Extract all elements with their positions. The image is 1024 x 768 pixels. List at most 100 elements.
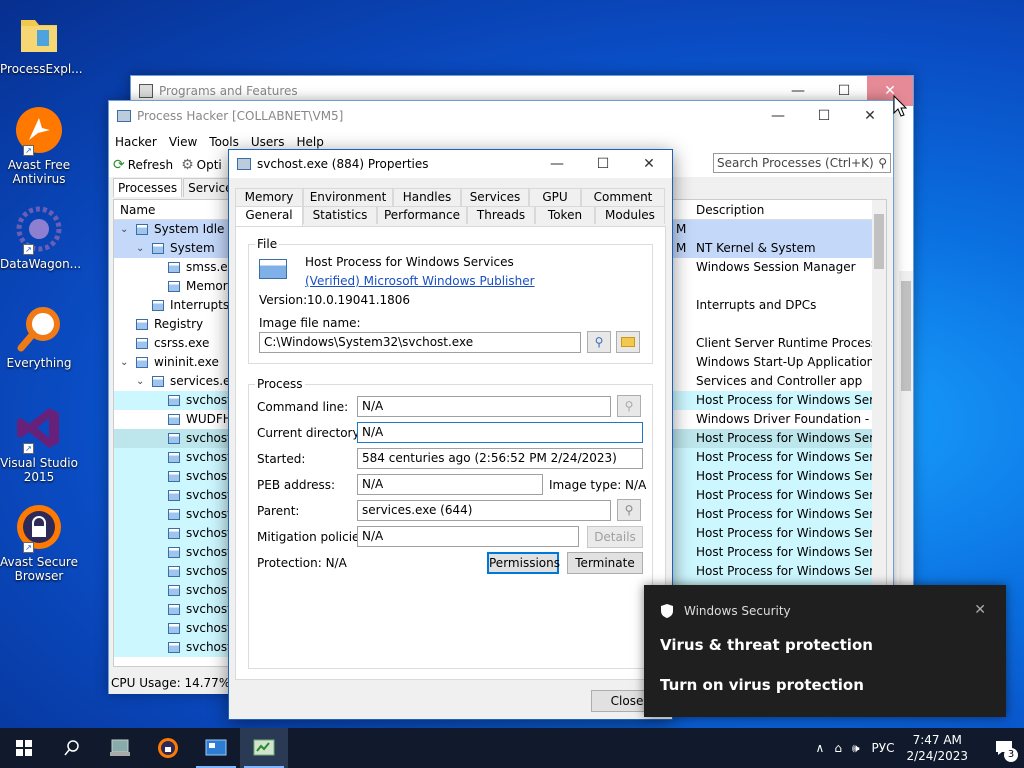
current-directory-field[interactable]: N/A [357, 422, 643, 443]
process-description: Host Process for Windows Ser... [696, 545, 872, 559]
taskbar-programs-features[interactable] [192, 728, 240, 768]
volume-icon[interactable]: 🕪 [852, 741, 860, 756]
desktop-icon-avast-free[interactable]: ↗ Avast Free Antivirus [0, 106, 78, 186]
folder-icon [15, 10, 63, 58]
inspect-button[interactable]: ⚲ [587, 331, 611, 353]
chevron-down-icon[interactable]: ⌄ [136, 239, 144, 258]
menu-hacker[interactable]: Hacker [115, 135, 157, 149]
windows-security-toast[interactable]: Windows Security ✕ Virus & threat protec… [644, 585, 1006, 717]
tab-memory[interactable]: Memory [235, 188, 303, 206]
refresh-button[interactable]: ⟳ Refresh [113, 157, 173, 173]
toast-body[interactable]: Turn on virus protection [660, 676, 864, 694]
process-name: svchost [186, 640, 232, 654]
folder-icon [621, 337, 635, 347]
maximize-button[interactable]: ☐ [801, 101, 847, 131]
process-icon [168, 281, 180, 292]
process-icon [168, 509, 180, 520]
open-folder-button[interactable] [616, 331, 640, 353]
desktop-icon-label: Everything [6, 356, 72, 370]
network-icon[interactable]: ⌂ [834, 741, 842, 755]
taskbar-app-installer[interactable] [96, 728, 144, 768]
start-button[interactable] [0, 728, 48, 768]
search-button[interactable] [48, 728, 96, 768]
tab-performance[interactable]: Performance [377, 206, 467, 224]
maximize-button[interactable]: ☐ [580, 149, 626, 179]
command-line-field[interactable]: N/A [357, 396, 611, 417]
process-icon [152, 300, 164, 311]
magnifier-icon: ⚲ [624, 503, 634, 517]
tab-token[interactable]: Token [535, 206, 595, 224]
chevron-down-icon[interactable]: ⌄ [120, 220, 128, 239]
close-button[interactable]: ✕ [847, 101, 893, 131]
minimize-button[interactable]: — [755, 101, 801, 131]
process-name: svchost [186, 469, 232, 483]
publisher-link[interactable]: (Verified) Microsoft Windows Publisher [305, 274, 535, 288]
chevron-down-icon[interactable]: ⌄ [120, 353, 128, 372]
desktop-icon-avast-browser[interactable]: ↗ Avast Secure Browser [0, 503, 78, 583]
tab-modules[interactable]: Modules [595, 206, 665, 224]
version-value: 10.0.19041.1806 [307, 293, 411, 307]
desktop-icon-datawagon[interactable]: ↗ DataWagon... [0, 205, 81, 271]
column-name[interactable]: Name [120, 203, 155, 217]
process-icon [136, 357, 148, 368]
started-field[interactable]: 584 centuries ago (2:56:52 PM 2/24/2023) [357, 448, 643, 469]
clock[interactable]: 7:47 AM 2/24/2023 [906, 732, 968, 764]
process-description: Client Server Runtime Process [696, 336, 872, 350]
desktop-icon-processexplorer[interactable]: ProcessExpl... [0, 10, 83, 76]
tab-comment[interactable]: Comment [581, 188, 665, 206]
avast-browser-icon: ↗ [15, 503, 63, 553]
chevron-up-icon[interactable]: ∧ [816, 741, 825, 755]
parent-field[interactable]: services.exe (644) [357, 500, 611, 521]
toast-close-icon[interactable]: ✕ [974, 602, 986, 618]
chevron-down-icon[interactable]: ⌄ [136, 372, 144, 391]
desktop-icon-visual-studio[interactable]: ↗ Visual Studio 2015 [0, 404, 78, 484]
refresh-icon: ⟳ [113, 157, 125, 173]
terminate-button[interactable]: Terminate [567, 552, 643, 574]
desktop-icon-everything[interactable]: Everything [0, 304, 78, 370]
group-label: File [255, 237, 280, 251]
menu-help[interactable]: Help [296, 135, 323, 149]
menu-view[interactable]: View [169, 135, 197, 149]
properties-dialog[interactable]: svchost.exe (884) Properties — ☐ ✕ Memor… [228, 149, 673, 720]
tab-services[interactable]: Services [461, 188, 529, 206]
desktop-icon-label: ProcessExpl... [0, 62, 83, 76]
menu-users[interactable]: Users [251, 135, 285, 149]
desktop-icon-label: Avast Free Antivirus [7, 158, 71, 186]
options-button[interactable]: ⚙ Opti [181, 157, 222, 173]
process-name: Interrupts [170, 298, 230, 312]
process-name: Memor [186, 279, 228, 293]
magnifier-icon: ⚲ [594, 335, 604, 349]
menu-tools[interactable]: Tools [209, 135, 239, 149]
tab-threads[interactable]: Threads [467, 206, 535, 224]
tab-statistics[interactable]: Statistics [303, 206, 377, 224]
search-input[interactable]: Search Processes (Ctrl+K) ⚲ [713, 153, 891, 173]
taskbar-avast-browser[interactable] [144, 728, 192, 768]
tab-handles[interactable]: Handles [393, 188, 461, 206]
cpu-usage: CPU Usage: 14.77% [111, 676, 236, 690]
column-description[interactable]: Description [696, 203, 764, 217]
peb-address-field[interactable]: N/A [357, 474, 543, 495]
process-icon [168, 642, 180, 653]
scrollbar[interactable] [899, 271, 913, 591]
tab-general[interactable]: General [235, 206, 303, 226]
parent-inspect-button[interactable]: ⚲ [617, 499, 641, 521]
close-button[interactable]: ✕ [626, 149, 672, 179]
process-icon [152, 243, 164, 254]
tab-processes[interactable]: Processes [113, 178, 183, 197]
minimize-button[interactable]: — [534, 149, 580, 179]
process-icon [168, 433, 180, 444]
language-indicator[interactable]: РУС [872, 741, 895, 755]
search-icon [64, 740, 79, 756]
notification-center-button[interactable]: 3 [984, 728, 1024, 768]
process-description: Host Process for Windows Ser... [696, 393, 872, 407]
tab-environment[interactable]: Environment [303, 188, 393, 206]
permissions-button[interactable]: Permissions [487, 552, 560, 574]
image-file-field[interactable]: C:\Windows\System32\svchost.exe [259, 332, 581, 353]
command-inspect-button[interactable]: ⚲ [617, 395, 641, 417]
taskbar-process-hacker[interactable] [240, 728, 288, 768]
mitigation-field[interactable]: N/A [357, 526, 579, 547]
general-panel: File Host Process for Windows Services (… [235, 226, 666, 680]
details-button[interactable]: Details [587, 526, 643, 548]
process-m-col: M [676, 241, 687, 255]
tab-gpu[interactable]: GPU [529, 188, 581, 206]
